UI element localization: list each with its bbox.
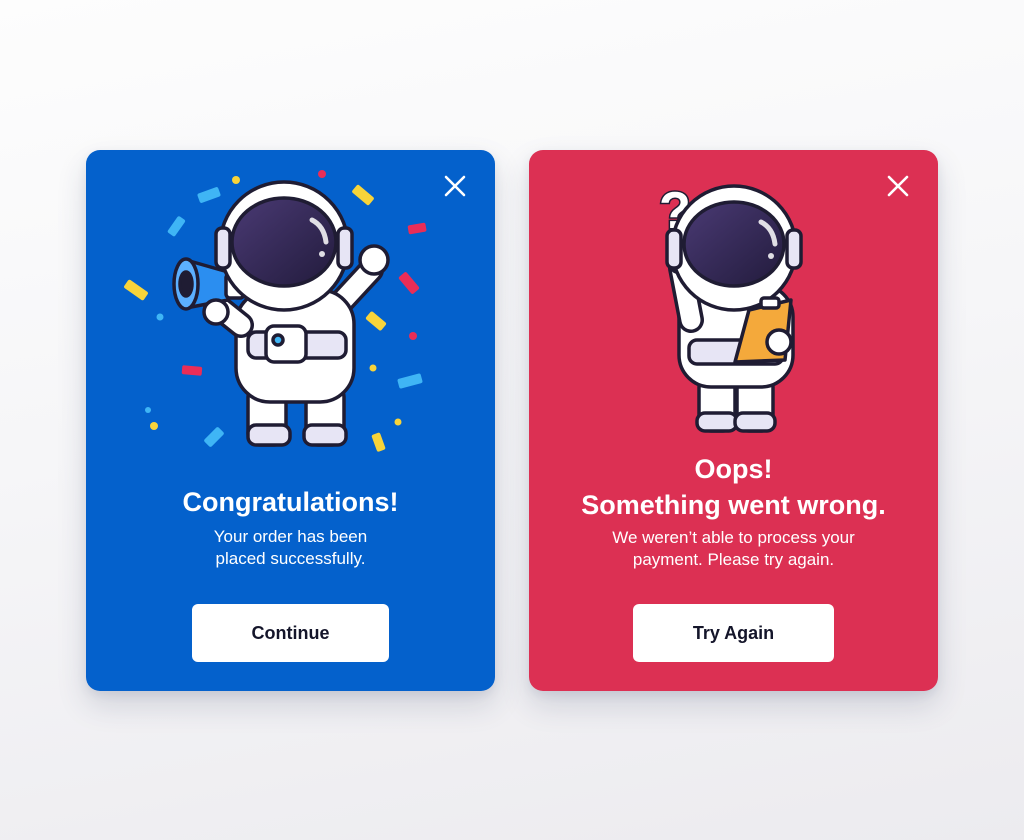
close-button[interactable]	[882, 170, 914, 202]
success-dialog: Congratulations! Your order has been pla…	[86, 150, 495, 691]
success-title: Congratulations!	[182, 487, 399, 517]
continue-button[interactable]: Continue	[192, 604, 389, 662]
error-dialog: ? Oops! Something went wrong. We weren’t…	[529, 150, 938, 691]
close-icon	[887, 175, 909, 197]
astronaut-confused-illustration: ?	[658, 181, 803, 433]
close-icon	[444, 175, 466, 197]
try-again-button[interactable]: Try Again	[633, 604, 834, 662]
success-message: Your order has been placed successfully.	[213, 527, 368, 568]
error-title-line2: Something went wrong.	[581, 490, 886, 520]
close-button[interactable]	[439, 170, 471, 202]
error-message: We weren’t able to process your payment.…	[612, 528, 855, 569]
error-title-line1: Oops!	[694, 454, 773, 484]
astronaut-celebrating-illustration	[124, 170, 427, 452]
